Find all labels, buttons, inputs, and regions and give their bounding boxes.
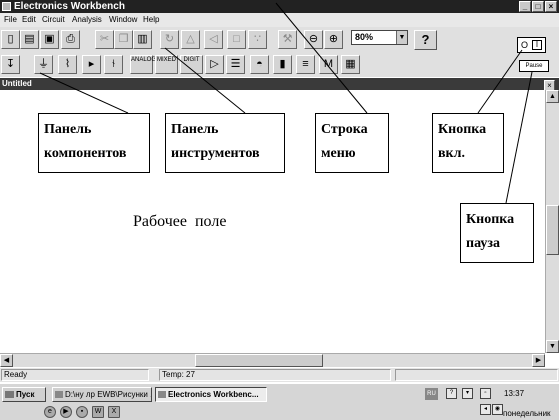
menu-bar: File Edit Circuit Analysis Window Help [0,13,559,27]
help-tray-icon[interactable]: ? [446,388,457,399]
power-switch[interactable]: O I [517,37,546,53]
subcircuit-icon[interactable]: □ [227,30,246,49]
antivirus-icon[interactable]: ◉ [492,404,503,415]
mixed-ics-bin-label: MIXED [156,57,176,63]
instruments-bin-icon[interactable]: M [319,55,338,74]
start-button[interactable]: Пуск [2,387,46,402]
save-icon[interactable]: ▣ [40,30,59,49]
quicklaunch-excel-icon[interactable]: X [108,406,120,418]
folder-icon [55,391,63,398]
meters-bin-icon[interactable]: ▦ [341,55,360,74]
horizontal-scroll-thumb[interactable] [195,354,323,367]
component-properties-icon[interactable]: ⚒ [278,30,297,49]
clock-time[interactable]: 13:37 [504,388,524,399]
scroll-up-icon[interactable]: ▲ [546,90,559,103]
rotate-icon[interactable]: ↻ [160,30,179,49]
paste-icon[interactable]: ▥ [133,30,152,49]
status-temperature: Temp: 27 [159,369,391,381]
taskbar: Пуск D:\ну лр EWB\Рисунки ... Electronic… [0,383,559,420]
callout-power-button: Кнопка вкл. [432,113,504,173]
clock-day: понедельник [503,409,551,418]
volume-icon[interactable]: ◂ [480,404,491,415]
print-icon[interactable]: ⎙ [61,30,80,49]
menu-circuit[interactable]: Circuit [42,14,65,26]
status-text: Ready [1,369,149,381]
task-workbench-label: Electronics Workbenc... [168,390,259,399]
menu-window[interactable]: Window [109,14,137,26]
miscellaneous-bin-icon[interactable]: ≡ [296,55,315,74]
task-workbench[interactable]: Electronics Workbenc... [155,387,267,402]
digital-ics-bin-label: DIGIT [183,57,200,63]
vertical-scroll-thumb[interactable] [546,205,559,255]
language-indicator[interactable]: RU [425,388,438,400]
callout-menu-bar: Строка меню [315,113,389,173]
analog-ics-bin-label: ANALOG [131,57,157,63]
logic-gates-bin-icon[interactable]: ▷ [205,55,224,74]
indicators-bin-icon[interactable]: ◓ [250,55,269,74]
app-icon [2,2,11,11]
menu-file[interactable]: File [4,14,17,26]
flip-horizontal-icon[interactable]: ◁ [204,30,223,49]
window-title-bar: Electronics Workbench _ □ × [0,0,559,13]
windows-flag-icon [5,391,14,398]
quicklaunch-media-icon[interactable]: ▶ [60,406,72,418]
power-off-label: O [521,40,529,50]
menu-analysis[interactable]: Analysis [72,14,102,26]
maximize-button[interactable]: □ [532,1,544,12]
zoom-out-icon[interactable]: ⊖ [304,30,323,49]
minimize-button[interactable]: _ [519,1,531,12]
task-explorer[interactable]: D:\ну лр EWB\Рисунки ... [52,387,152,402]
digital-bin-icon[interactable]: ☰ [226,55,245,74]
sources-bin-icon[interactable]: ⏚ [34,55,53,74]
mixed-ics-bin-icon[interactable]: MIXED [155,55,178,74]
status-empty [395,369,558,381]
start-label: Пуск [16,390,35,399]
pause-button[interactable]: Pause [519,60,549,72]
zoom-value: 80% [355,32,374,42]
quicklaunch-ie-icon[interactable]: e [44,406,56,418]
open-folder-icon[interactable]: ▤ [20,30,39,49]
power-on-label: I [532,40,542,50]
chevron-down-icon[interactable]: ▼ [396,31,407,44]
close-button[interactable]: × [545,1,557,12]
new-file-icon[interactable]: ▯ [1,30,20,49]
diodes-bin-icon[interactable]: ▸ [82,55,101,74]
graph-icon[interactable]: ∵ [248,30,267,49]
task-explorer-label: D:\ну лр EWB\Рисунки ... [65,390,152,399]
copy-icon[interactable]: ❐ [114,30,133,49]
network-icon[interactable]: ▫ [480,388,491,399]
zoom-in-icon[interactable]: ⊕ [324,30,343,49]
status-bar: Ready Temp: 27 [0,368,559,382]
document-title-bar: Untitled [0,78,559,90]
scroll-down-icon[interactable]: ▼ [546,340,559,353]
digital-ics-bin-icon[interactable]: DIGIT [180,55,203,74]
work-field-label: Рабочее поле [133,213,227,230]
transistors-bin-icon[interactable]: ⫮ [104,55,123,74]
cut-icon[interactable]: ✂ [95,30,114,49]
callout-instruments-panel: Панель инструментов [165,113,285,173]
tray-arrow-icon[interactable]: ▾ [462,388,473,399]
help-button[interactable]: ? [414,30,437,50]
analog-ics-bin-icon[interactable]: ANALOG [130,55,157,74]
callout-pause-button: Кнопка пауза [460,203,534,263]
workbench-icon [158,391,166,398]
horizontal-scrollbar[interactable]: ◀ ▶ [0,353,545,367]
callout-components-panel: Панель компонентов [38,113,150,173]
zoom-select[interactable]: 80% ▼ [351,30,408,45]
scroll-right-icon[interactable]: ▶ [532,354,545,367]
flip-vertical-icon[interactable]: △ [181,30,200,49]
menu-help[interactable]: Help [143,14,159,26]
menu-edit[interactable]: Edit [22,14,36,26]
window-title: Electronics Workbench [14,1,125,12]
document-title: Untitled [2,79,32,88]
scroll-left-icon[interactable]: ◀ [0,354,13,367]
controls-bin-icon[interactable]: ▮ [273,55,292,74]
quicklaunch-desktop-icon[interactable]: ▪ [76,406,88,418]
favorites-bin-icon[interactable]: ↧ [1,55,20,74]
vertical-scrollbar[interactable]: ▲ ▼ [545,90,559,353]
quicklaunch-word-icon[interactable]: W [92,406,104,418]
basic-bin-icon[interactable]: ⌇ [58,55,77,74]
